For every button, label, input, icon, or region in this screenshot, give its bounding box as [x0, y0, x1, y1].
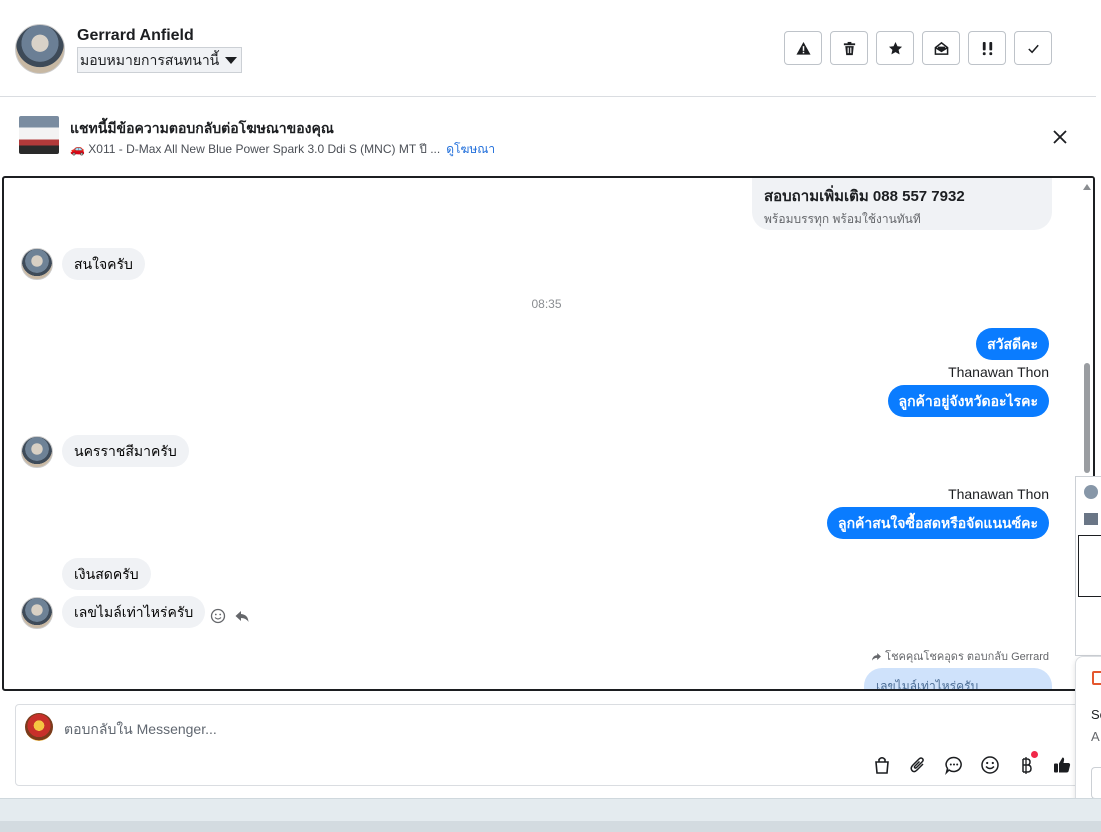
caret-down-icon	[225, 56, 238, 64]
delete-button[interactable]	[830, 31, 868, 65]
reply-icon[interactable]	[234, 608, 250, 624]
shopping-bag-icon	[875, 756, 889, 774]
ad-card-title: สอบถามเพิ่มเติม 088 557 7932	[764, 188, 965, 205]
conversation-actions	[784, 31, 1052, 65]
ad-thumbnail[interactable]	[19, 116, 59, 154]
reply-context: โชคคุณโชคอุดร ตอบกลับ Gerrard	[871, 647, 1049, 665]
assign-label: มอบหมายการสนทนานี้	[80, 52, 220, 68]
ad-card-subtitle: พร้อมบรรทุก พร้อมใช้งานทันที	[764, 212, 921, 226]
panel-thread-frame	[1078, 535, 1101, 597]
scrollbar-thumb[interactable]	[1084, 363, 1090, 473]
thumbs-up-icon	[1054, 757, 1071, 773]
panel-avatar	[1084, 485, 1098, 499]
warning-icon	[795, 41, 811, 55]
mark-unread-button[interactable]	[922, 31, 960, 65]
ad-banner-subtitle: 🚗 X011 - D-Max All New Blue Power Spark …	[70, 142, 441, 156]
view-ad-link[interactable]: ดูโฆษณา	[446, 140, 495, 159]
popup-text-line2: A	[1091, 729, 1100, 744]
quoted-reply-bubble[interactable]: เลขไมล์เท่าไหร่ครับ	[864, 668, 1052, 689]
message-bubble-incoming[interactable]: สนใจครับ	[62, 248, 145, 280]
exclamation-icon	[982, 41, 992, 55]
popup-text-line1: Sc	[1091, 707, 1101, 722]
star-icon	[888, 41, 902, 54]
reply-arrow-icon	[872, 652, 882, 661]
message-bubble-outgoing[interactable]: ลูกค้าสนใจซื้อสดหรือจัดแนนซ์คะ	[827, 507, 1049, 539]
contact-name[interactable]: Gerrard Anfield	[77, 27, 194, 45]
reply-context-text: โชคคุณโชคอุดร ตอบกลับ Gerrard	[885, 651, 1049, 663]
like-button[interactable]	[1050, 753, 1074, 777]
message-bubble-incoming[interactable]: นครราชสีมาครับ	[62, 435, 189, 467]
message-composer[interactable]: ตอบกลับใน Messenger...	[15, 704, 1085, 786]
contact-avatar[interactable]	[15, 24, 65, 74]
shopping-bag-button[interactable]	[870, 753, 894, 777]
emoji-button[interactable]	[978, 753, 1002, 777]
mark-done-button[interactable]	[1014, 31, 1052, 65]
message-bubble-outgoing[interactable]: ลูกค้าอยู่จังหวัดอะไรคะ	[887, 385, 1049, 417]
sender-name: Thanawan Thon	[948, 364, 1049, 380]
follow-up-button[interactable]	[968, 31, 1006, 65]
message-bubble-outgoing[interactable]: สวัสดีคะ	[976, 328, 1049, 360]
page-avatar	[25, 713, 53, 741]
scroll-up-arrow-icon[interactable]	[1083, 184, 1091, 190]
popup-input[interactable]	[1091, 767, 1101, 799]
secondary-chat-panel[interactable]	[1075, 476, 1101, 656]
check-icon	[1027, 44, 1039, 53]
envelope-open-icon	[934, 41, 948, 55]
ad-banner-subtitle-row: 🚗 X011 - D-Max All New Blue Power Spark …	[70, 140, 495, 159]
message-thread[interactable]: สอบถามเพิ่มเติม 088 557 7932 พร้อมบรรทุก…	[2, 176, 1095, 691]
attach-button[interactable]	[906, 753, 930, 777]
popup-app-icon	[1092, 671, 1101, 685]
panel-thumbnail	[1084, 513, 1098, 525]
sender-avatar	[21, 436, 53, 468]
sender-avatar	[21, 597, 53, 629]
conversation-header: Gerrard Anfield มอบหมายการสนทนานี้	[0, 0, 1096, 97]
paperclip-icon	[910, 757, 924, 773]
chat-bubble-icon	[945, 756, 962, 775]
ad-reply-banner: แชทนี้มีข้อความตอบกลับต่อโฆษณาของคุณ 🚗 X…	[0, 97, 1096, 175]
composer-toolbar	[870, 751, 1074, 777]
saved-replies-button[interactable]	[942, 753, 966, 777]
sender-name: Thanawan Thon	[948, 486, 1049, 502]
message-hover-tools	[210, 608, 250, 624]
react-emoji-icon[interactable]	[210, 608, 226, 624]
trash-icon	[843, 41, 855, 55]
message-timestamp: 08:35	[531, 297, 562, 311]
sender-avatar	[21, 248, 53, 280]
ad-card-message[interactable]: สอบถามเพิ่มเติม 088 557 7932 พร้อมบรรทุก…	[752, 178, 1052, 230]
ad-banner-title: แชทนี้มีข้อความตอบกลับต่อโฆษณาของคุณ	[70, 120, 334, 136]
assign-conversation-dropdown[interactable]: มอบหมายการสนทนานี้	[77, 47, 243, 73]
report-spam-button[interactable]	[784, 31, 822, 65]
reply-input[interactable]: ตอบกลับใน Messenger...	[64, 719, 217, 741]
side-popup-card[interactable]: Sc A	[1075, 656, 1101, 810]
message-bubble-incoming[interactable]: เลขไมล์เท่าไหร่ครับ	[62, 596, 206, 628]
baht-icon	[1022, 757, 1032, 774]
message-bubble-incoming[interactable]: เงินสดครับ	[62, 558, 151, 590]
close-icon[interactable]	[1052, 129, 1068, 145]
emoji-icon	[981, 756, 999, 774]
page-footer-strip	[0, 798, 1101, 832]
notification-dot	[1031, 751, 1038, 758]
star-button[interactable]	[876, 31, 914, 65]
payment-button[interactable]	[1014, 751, 1038, 777]
